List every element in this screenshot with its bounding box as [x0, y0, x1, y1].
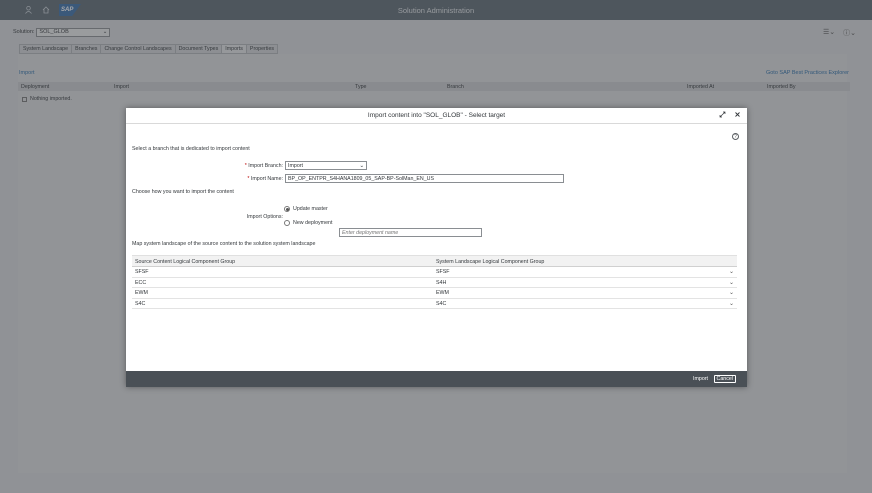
col-source-group: Source Content Logical Component Group	[135, 259, 236, 265]
table-row: ECC S4H ⌄	[132, 278, 737, 288]
target-select[interactable]: SFSF	[436, 269, 450, 275]
import-name-label: * Import Name:	[247, 176, 283, 182]
import-branch-select[interactable]: Import ⌄	[285, 161, 367, 170]
source-cell: S4C	[135, 300, 146, 307]
import-branch-label: * Import Branch:	[244, 163, 283, 169]
cancel-button[interactable]: Cancel	[713, 375, 736, 383]
target-select[interactable]: S4H	[436, 280, 446, 286]
deployment-name-input[interactable]: Enter deployment name	[339, 228, 482, 237]
help-icon[interactable]: ?	[732, 133, 739, 140]
option-update-master[interactable]: Update master	[284, 206, 328, 212]
radio-unselected[interactable]	[284, 220, 290, 226]
dialog-header: Import content into "SOL_GLOB" - Select …	[126, 108, 747, 124]
option-new-deployment[interactable]: New deployment	[284, 220, 332, 226]
col-target-group: System Landscape Logical Component Group	[436, 259, 545, 265]
choose-text: Choose how you want to import the conten…	[132, 189, 234, 195]
import-button[interactable]: Import	[691, 375, 710, 383]
table-row: SFSF SFSF ⌄	[132, 267, 737, 278]
option-update-label: Update master	[293, 206, 328, 212]
chevron-down-icon[interactable]: ⌄	[729, 289, 734, 296]
table-row: S4C S4C ⌄	[132, 299, 737, 309]
chevron-down-icon[interactable]: ⌄	[729, 279, 734, 286]
option-new-label: New deployment	[293, 220, 333, 226]
map-text: Map system landscape of the source conte…	[132, 241, 316, 247]
chevron-down-icon[interactable]: ⌄	[729, 300, 734, 307]
import-branch-value: Import	[288, 162, 304, 169]
source-cell: ECC	[135, 279, 147, 286]
close-icon[interactable]	[734, 111, 741, 120]
import-name-input[interactable]: BP_OP_ENTPR_S4HANA1809_05_SAP-BP-SolMan_…	[285, 174, 564, 183]
chevron-down-icon[interactable]: ⌄	[729, 268, 734, 275]
radio-selected[interactable]	[284, 206, 290, 212]
expand-icon[interactable]	[719, 111, 726, 120]
target-select[interactable]: S4C	[436, 301, 446, 307]
table-row: EWM EWM ⌄	[132, 288, 737, 299]
select-branch-text: Select a branch that is dedicated to imp…	[132, 146, 250, 152]
dialog-title: Import content into "SOL_GLOB" - Select …	[367, 112, 506, 119]
mapping-table-header: Source Content Logical Component Group S…	[132, 255, 737, 267]
mapping-table: Source Content Logical Component Group S…	[132, 255, 737, 309]
target-select[interactable]: EWM	[436, 290, 449, 296]
chevron-down-icon: ⌄	[359, 162, 364, 169]
import-dialog: Import content into "SOL_GLOB" - Select …	[126, 108, 747, 387]
import-options-label: Import Options:	[246, 214, 283, 220]
source-cell: SFSF	[135, 269, 149, 275]
source-cell: EWM	[135, 290, 148, 296]
deployment-name-placeholder: Enter deployment name	[342, 229, 399, 236]
dialog-footer: Import Cancel	[126, 371, 747, 387]
